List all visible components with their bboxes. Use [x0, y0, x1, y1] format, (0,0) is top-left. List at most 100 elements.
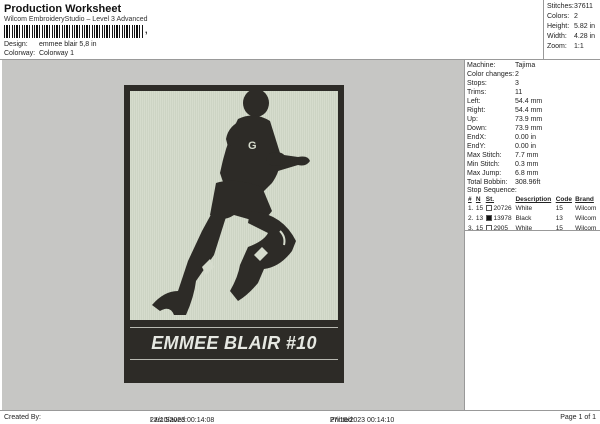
design-stats: Stitches:37611 Colors: 2 Height: 5.82 in W…	[544, 0, 600, 60]
prop-value: 2	[515, 71, 519, 78]
prop-label: Machine:	[467, 62, 496, 69]
prop-value: 73.9 mm	[515, 116, 543, 123]
stat-value: 1:1	[574, 43, 584, 50]
embroidery-patch: G EMMEE BLAIR #10	[124, 85, 344, 383]
stat-height: Height: 5.82 in	[547, 23, 595, 30]
printed-value: 27/10/2023 00:14:10	[330, 417, 395, 424]
prop-label: Down:	[467, 125, 487, 132]
patch-background: G	[130, 91, 338, 320]
prop-value: 0.3 mm	[515, 161, 539, 168]
prop-label: Stops:	[467, 80, 487, 87]
stat-label: Colors:	[547, 13, 570, 20]
cell-st: 20726	[485, 203, 515, 213]
patch-name-text: EMMEE BLAIR #10	[151, 333, 317, 353]
cell-desc: White	[515, 224, 533, 232]
cell-code: 15	[555, 204, 563, 212]
col-header: Code	[555, 196, 572, 203]
page-indicator: Page 1 of 1	[560, 414, 596, 421]
cell-num: 2.	[468, 214, 474, 222]
stat-value: 5.82 in	[574, 23, 596, 30]
prop-value: 7.7 mm	[515, 152, 539, 159]
prop-label: Trims:	[467, 89, 487, 96]
barcode-tail: ,	[145, 25, 148, 35]
jersey-letter: G	[248, 140, 257, 152]
patch-divider-bottom	[130, 359, 338, 360]
patch-divider-top	[130, 327, 338, 328]
prop-value: 73.9 mm	[515, 125, 543, 132]
design-label: Design:	[4, 41, 28, 48]
prop-label: Up:	[467, 116, 478, 123]
col-header: #	[468, 196, 472, 203]
prop-label: Total Bobbin:	[467, 179, 508, 186]
page-title: Production Worksheet	[4, 3, 122, 15]
cell-num: 3.	[468, 224, 474, 232]
cell-brand: Wilcom	[575, 204, 597, 212]
stop-sequence-table: # N St. Description Code Brand 1. 15 207…	[467, 196, 599, 233]
prop-endx: EndX: 0.00 in	[467, 134, 536, 141]
col-header: St.	[485, 196, 495, 203]
prop-stops: Stops: 3	[467, 80, 519, 87]
stat-value: 2	[574, 13, 578, 20]
prop-value: 308.96ft	[515, 179, 541, 186]
prop-value: 0.00 in	[515, 134, 537, 141]
stat-value: 37611	[574, 3, 593, 10]
stat-label: Stitches:	[547, 3, 574, 10]
prop-down: Down: 73.9 mm	[467, 125, 542, 132]
prop-trims: Trims: 11	[467, 89, 522, 96]
properties-panel: Machine: Tajima Color changes:2 Stops: 3 T…	[464, 60, 600, 410]
stop-table-divider	[465, 230, 600, 231]
table-row: 3. 15 2905 White 15 Wilcom	[467, 223, 599, 233]
prop-label: EndX:	[467, 134, 487, 141]
design-row: Design: emmee blair 5,8 in	[4, 41, 97, 48]
worksheet-header: Production Worksheet Wilcom EmbroiderySt…	[0, 0, 544, 60]
software-subtitle: Wilcom EmbroideryStudio – Level 3 Advanc…	[4, 16, 148, 23]
stat-width: Width: 4.28 in	[547, 33, 595, 40]
prop-value: 54.4 mm	[515, 107, 543, 114]
prop-max-jump: Max Jump: 6.8 mm	[467, 170, 538, 177]
cell-num: 1.	[468, 204, 474, 212]
col-header: Description	[515, 196, 552, 203]
worksheet-footer: Created By: Last Saved: 27/10/2023 00:14…	[0, 410, 600, 424]
stat-label: Height:	[547, 23, 570, 30]
table-row: 2. 13 13978 Black 13 Wilcom	[467, 213, 599, 223]
barcode	[4, 25, 144, 38]
stop-sequence-title: Stop Sequence:	[467, 187, 517, 194]
runner-silhouette: G	[152, 91, 310, 315]
cell-st: 2905	[485, 223, 515, 233]
prop-color-changes: Color changes:2	[467, 71, 519, 78]
cell-brand: Wilcom	[575, 224, 597, 232]
cell-desc: Black	[515, 214, 532, 222]
prop-label: Min Stitch:	[467, 161, 500, 168]
cell-code: 15	[555, 224, 563, 232]
design-value: emmee blair 5,8 in	[38, 41, 97, 48]
cell-brand: Wilcom	[575, 214, 597, 222]
col-header: Brand	[575, 196, 594, 203]
table-row: 1. 15 20726 White 15 Wilcom	[467, 203, 599, 213]
cell-code: 13	[555, 214, 563, 222]
cell-st-value: 13978	[493, 214, 512, 222]
prop-label: Max Jump:	[467, 170, 502, 177]
colorway-label: Colorway:	[4, 50, 36, 57]
prop-label: Left:	[467, 98, 481, 105]
prop-endy: EndY: 0.00 in	[467, 143, 536, 150]
prop-label: Color changes:	[467, 71, 515, 78]
colorway-value: Colorway 1	[38, 50, 74, 57]
last-saved-value: 27/10/2023 00:14:08	[150, 417, 215, 424]
prop-value: 3	[515, 80, 519, 87]
stat-value: 4.28 in	[574, 33, 596, 40]
design-preview-canvas[interactable]: G EMMEE BLAIR #10	[2, 60, 464, 410]
table-header-row: # N St. Description Code Brand	[467, 196, 599, 203]
stat-label: Zoom:	[547, 43, 567, 50]
prop-left: Left: 54.4 mm	[467, 98, 542, 105]
prop-up: Up: 73.9 mm	[467, 116, 542, 123]
prop-value: 54.4 mm	[515, 98, 543, 105]
prop-value: 0.00 in	[515, 143, 537, 150]
prop-label: Max Stitch:	[467, 152, 502, 159]
cell-st: 13978	[485, 213, 515, 223]
stat-label: Width:	[547, 33, 567, 40]
cell-n: 15	[475, 204, 484, 212]
prop-value: 6.8 mm	[515, 170, 539, 177]
prop-label: Right:	[467, 107, 486, 114]
stat-zoom: Zoom: 1:1	[547, 43, 584, 50]
color-swatch	[485, 214, 492, 221]
